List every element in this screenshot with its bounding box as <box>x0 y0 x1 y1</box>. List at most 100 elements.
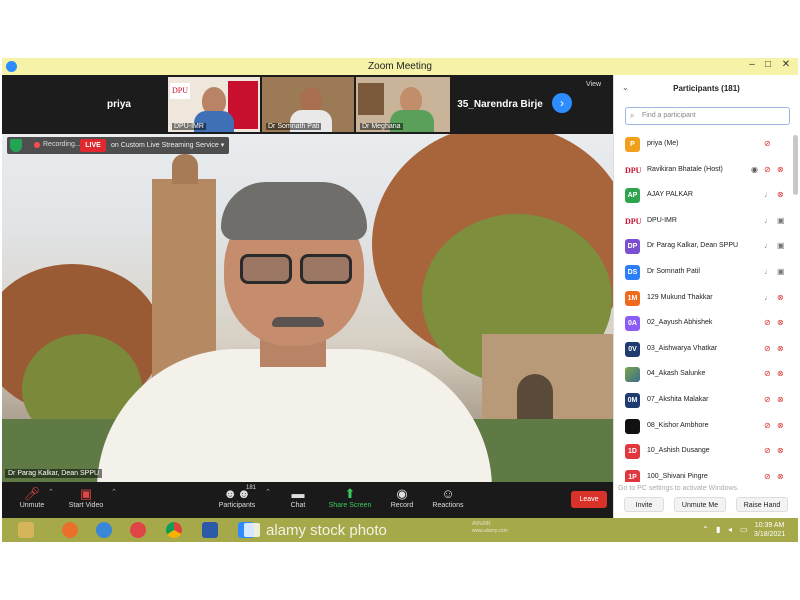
browser-icon[interactable] <box>130 522 146 538</box>
participant-row[interactable]: DP Dr Parag Kalkar, Dean SPPU ♩ ▣ <box>614 234 792 260</box>
avatar: DPU <box>625 165 642 175</box>
avatar: P <box>625 137 640 152</box>
video-area: priya DPU DPU-IMR Dr Somnath Pati Dr Meg… <box>2 75 613 482</box>
watermark-id: A5NJ9R www.alamy.com <box>472 521 508 534</box>
participant-row[interactable]: DS Dr Somnath Patil ♩ ▣ <box>614 260 792 286</box>
microphone-icon: ♩ <box>764 215 772 225</box>
participant-name: 04_Akash Salunke <box>647 370 706 378</box>
video-off-icon: ⊗ <box>777 446 784 456</box>
participant-row[interactable]: DPU Ravikiran Bhatale (Host) ◉ ⊘ ⊗ <box>614 158 792 184</box>
participant-name: 129 Mukund Thakkar <box>647 293 713 301</box>
panel-footer: Invite Unmute Me Raise Hand <box>614 493 798 518</box>
tile-name: Dr Meghana <box>360 123 403 130</box>
minimize-button[interactable]: – <box>744 59 760 70</box>
avatar: 1M <box>625 290 640 306</box>
live-streaming-label: on Custom Live Streaming Service <box>111 142 219 149</box>
participant-row[interactable]: AP AJAY PALKAR ♩ ⊗ <box>614 183 792 209</box>
video-tile[interactable]: priya <box>72 77 166 132</box>
avatar: DS <box>625 265 640 280</box>
reactions-label: Reactions <box>432 502 464 509</box>
chrome-icon[interactable] <box>166 522 182 538</box>
active-speaker-video: Dr Parag Kalkar, Dean SPPU <box>2 134 613 482</box>
participant-row[interactable]: 0A 02_Aayush Abhishek ⊘ ⊗ <box>614 311 792 337</box>
participant-name: DPU-IMR <box>647 216 677 224</box>
shield-icon[interactable] <box>10 139 22 152</box>
avatar <box>625 367 640 383</box>
participant-search[interactable]: ⌕ Find a participant <box>625 107 790 125</box>
participant-row[interactable]: 1P 100_Shivani Pingre ⊘ ⊗ <box>614 465 792 482</box>
glasses-left <box>240 254 292 284</box>
participant-name: Dr Parag Kalkar, Dean SPPU <box>647 242 739 250</box>
firefox-icon[interactable] <box>62 522 78 538</box>
chevron-up-icon[interactable]: ⌃ <box>48 488 54 496</box>
video-tile[interactable]: Dr Somnath Pati <box>262 77 354 132</box>
video-tile[interactable]: Dr Meghana <box>356 77 450 132</box>
video-tile[interactable]: DPU DPU-IMR <box>168 77 260 132</box>
file-explorer-icon[interactable] <box>18 522 34 538</box>
invite-button[interactable]: Invite <box>624 497 664 512</box>
live-badge: LIVE <box>80 139 106 152</box>
participant-name: Dr Somnath Patil <box>647 268 700 275</box>
leave-button[interactable]: Leave <box>571 491 607 508</box>
network-icon[interactable]: ▮ <box>716 525 720 534</box>
share-screen-button[interactable]: ⬆ Share Screen <box>320 485 380 509</box>
video-off-icon: ⊗ <box>777 395 784 404</box>
reactions-button[interactable]: ☺ Reactions <box>418 485 478 509</box>
panel-header: ⌄ Participants (181) <box>614 75 798 101</box>
chevron-down-icon: ▾ <box>220 142 225 149</box>
participant-name: AJAY PALKAR <box>647 191 693 199</box>
participant-row[interactable]: 04_Akash Salunke ⊘ ⊗ <box>614 362 792 388</box>
internet-explorer-icon[interactable] <box>96 522 112 538</box>
participant-name: 08_Kishor Ambhore <box>647 421 709 429</box>
chat-icon: ▬ <box>291 486 305 501</box>
close-button[interactable]: ✕ <box>778 59 794 70</box>
start-video-button[interactable]: ▣ Start Video <box>56 485 116 509</box>
chevron-up-icon[interactable]: ⌃ <box>702 525 709 534</box>
video-off-icon: ▣ <box>79 486 93 501</box>
video-icon: ▣ <box>777 241 785 251</box>
video-off-icon: ⊗ <box>777 164 784 174</box>
meeting-toolbar: 🎤︎ Unmute ⌃ ▣ Start Video ⌃ ☻☻ Participa… <box>2 482 613 518</box>
participant-row[interactable]: 1M 129 Mukund Thakkar ♩ ⊗ <box>614 286 792 312</box>
battery-icon[interactable]: ▭ <box>740 525 748 534</box>
microphone-icon: ♩ <box>764 190 772 200</box>
video-off-icon: ⊗ <box>777 471 784 481</box>
video-off-icon: ⊗ <box>777 420 784 430</box>
word-icon[interactable] <box>202 522 218 538</box>
window-title: Zoom Meeting <box>368 61 432 72</box>
video-icon: ▣ <box>777 215 785 225</box>
maximize-button[interactable]: □ <box>760 59 776 70</box>
speaker-name-label: Dr Parag Kalkar, Dean SPPU <box>5 469 103 478</box>
clock-time: 10:39 AM <box>754 522 785 529</box>
raise-hand-button[interactable]: Raise Hand <box>736 497 788 512</box>
microphone-muted-icon: ⊘ <box>764 318 771 328</box>
participant-row[interactable]: Ppriya (Me) ⊘ <box>614 132 792 158</box>
avatar <box>625 418 640 434</box>
windows-activation-notice: Go to PC settings to activate Windows. <box>618 485 739 492</box>
avatar: 1D <box>625 444 640 460</box>
video-tile[interactable]: 35_Narendra Birje <box>452 77 548 132</box>
chevron-up-icon[interactable]: ⌃ <box>111 488 117 496</box>
video-off-icon: ⊗ <box>777 369 784 379</box>
participants-button[interactable]: ☻☻ Participants <box>206 485 268 509</box>
avatar: 1P <box>625 469 640 482</box>
video-off-icon: ⊗ <box>777 318 784 328</box>
panel-scrollbar[interactable] <box>793 135 798 195</box>
unmute-me-button[interactable]: Unmute Me <box>674 497 726 512</box>
tile-name: 35_Narendra Birje <box>457 99 543 110</box>
system-clock[interactable]: 10:39 AM 3/18/2021 <box>754 521 785 539</box>
participant-row[interactable]: DPU DPU-IMR ♩ ▣ <box>614 209 792 235</box>
chevron-right-icon[interactable]: › <box>552 93 572 113</box>
live-streaming-text[interactable]: on Custom Live Streaming Service ▾ <box>111 141 224 149</box>
view-button[interactable]: View <box>586 81 601 88</box>
participants-panel: ⌄ Participants (181) ⌕ Find a participan… <box>613 75 798 518</box>
start-video-label: Start Video <box>68 502 104 509</box>
participant-row[interactable]: 1D 10_Ashish Dusange ⊘ ⊗ <box>614 439 792 465</box>
chat-button[interactable]: ▬ Chat <box>268 485 328 509</box>
frame <box>358 83 384 115</box>
participant-row[interactable]: 08_Kishor Ambhore ⊘ ⊗ <box>614 414 792 440</box>
participant-row[interactable]: 0V 03_Aishwarya Vhatkar ⊘ ⊗ <box>614 337 792 363</box>
volume-icon[interactable]: ◂ <box>728 525 732 534</box>
participant-row[interactable]: 0M 07_Akshita Malakar ⊘ ⊗ <box>614 388 792 414</box>
microphone-muted-icon: ⊘ <box>764 446 771 456</box>
